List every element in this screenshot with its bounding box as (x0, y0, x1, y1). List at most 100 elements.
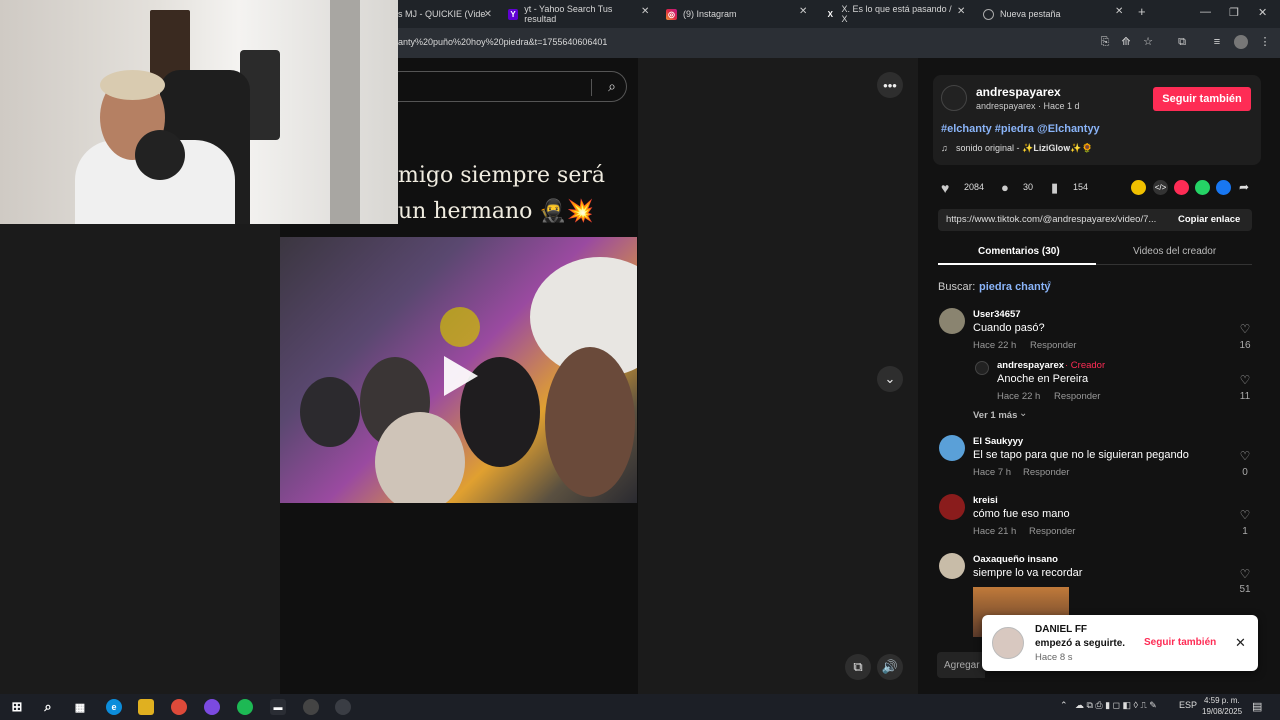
post-hashtags[interactable]: #elchanty #piedra @Elchantyy (941, 123, 1100, 135)
close-icon[interactable]: ✕ (1235, 635, 1246, 651)
app-icon[interactable]: ▬ (270, 699, 286, 715)
search-term-link[interactable]: piedra chanty (979, 281, 1051, 293)
commenter-avatar[interactable] (939, 494, 965, 520)
heart-icon[interactable]: ♡ (1237, 322, 1253, 336)
commenter-avatar[interactable] (939, 308, 965, 334)
windows-start-icon[interactable]: ⊞ (9, 699, 25, 715)
restore-icon[interactable]: ❐ (1229, 6, 1239, 19)
install-icon[interactable]: ⎘ (1098, 35, 1112, 49)
windows-taskbar: ⊞ ⌕ ▦ e ▬ ⌃ ☁ ⧉ ⎙ ▮ ◻ ◧ ◊ ⎍ ✎ ESP 4:59 p… (0, 694, 1280, 720)
comment-user[interactable]: kreisi (973, 495, 998, 506)
comment-text: siempre lo va recordar (973, 567, 1083, 579)
volume-icon[interactable]: 🔊 (877, 654, 903, 680)
search-icon[interactable]: ⌕ (40, 699, 56, 715)
close-icon[interactable]: ✕ (484, 9, 492, 20)
share-icon[interactable]: ➦ (1239, 180, 1249, 194)
headphones (135, 130, 185, 180)
comment-user[interactable]: andrespayarex (997, 360, 1064, 371)
profile-avatar[interactable] (1234, 35, 1248, 49)
heart-icon[interactable]: ♡ (1237, 449, 1253, 463)
close-icon[interactable]: ✕ (641, 6, 649, 17)
new-tab-button[interactable]: + (1138, 4, 1146, 19)
spotify-icon[interactable] (237, 699, 253, 715)
translate-icon[interactable]: ⟰ (1119, 35, 1133, 49)
copy-link-button[interactable]: Copiar enlace (1178, 214, 1240, 225)
whatsapp-icon[interactable] (1195, 180, 1210, 195)
reply-link[interactable]: Responder (1023, 467, 1069, 478)
clock-time[interactable]: 4:59 p. m. (1204, 696, 1240, 705)
reply-link[interactable]: Responder (1054, 391, 1100, 402)
follow-back-button[interactable]: Seguir también (1144, 637, 1216, 648)
discord-icon[interactable] (204, 699, 220, 715)
window-close-icon[interactable]: ✕ (1258, 6, 1267, 19)
next-video-icon[interactable]: ⌄ (877, 366, 903, 392)
follow-button[interactable]: Seguir también (1153, 87, 1251, 111)
coin-icon[interactable] (1131, 180, 1146, 195)
comment-user[interactable]: El Saukyyy (973, 436, 1023, 447)
task-view-icon[interactable]: ▦ (72, 699, 88, 715)
reply-link[interactable]: Responder (1030, 340, 1076, 351)
reply-link[interactable]: Responder (1029, 526, 1075, 537)
media-icon[interactable]: ≡ (1210, 35, 1224, 49)
notification-icon[interactable]: ▤ (1252, 700, 1262, 713)
embed-icon[interactable]: </> (1153, 180, 1168, 195)
commenter-avatar[interactable] (975, 361, 989, 375)
edge-icon[interactable]: e (106, 699, 122, 715)
sound-name[interactable]: sonido original - ✨𝐋𝐢𝐳𝐢𝐆𝐥𝐨𝐰✨🌻 (956, 143, 1093, 154)
obs-icon[interactable] (303, 699, 319, 715)
close-icon[interactable]: ✕ (799, 6, 807, 17)
save-count: 154 (1073, 182, 1089, 192)
close-icon[interactable]: ✕ (957, 6, 965, 17)
more-options-icon[interactable]: ••• (877, 72, 903, 98)
chevron-down-icon[interactable]: ⌄ (1019, 408, 1027, 419)
search-icon[interactable]: ⌕ (608, 78, 616, 95)
author-handle[interactable]: andrespayarex (976, 85, 1061, 99)
instagram-icon: ◎ (666, 8, 677, 20)
send-icon[interactable] (1174, 180, 1189, 195)
close-icon[interactable]: ✕ (1115, 6, 1123, 17)
heart-icon[interactable]: ♡ (1237, 567, 1253, 581)
language-indicator[interactable]: ESP (1179, 700, 1197, 710)
comment-input[interactable]: Agregar (937, 652, 985, 678)
extensions-icon[interactable]: ⧉ (1175, 35, 1189, 49)
commenter-avatar[interactable] (939, 435, 965, 461)
url-text[interactable]: anty%20puño%20hoy%20piedra&t=17556406064… (398, 37, 607, 47)
like-count: 2084 (964, 182, 985, 192)
save-icon[interactable]: ▮ (1051, 180, 1058, 196)
comment-user[interactable]: Oaxaqueño insano (973, 554, 1058, 565)
clock-date[interactable]: 19/08/2025 (1202, 707, 1242, 716)
comment-like-count: 0 (1242, 467, 1248, 478)
like-icon[interactable]: ♥ (941, 180, 949, 196)
tab-instagram[interactable]: ◎ (9) Instagram (666, 4, 796, 24)
tab-quickie[interactable]: s MJ - QUICKIE (Vide ✕ (398, 4, 492, 24)
video-link[interactable]: https://www.tiktok.com/@andrespayarex/vi… (946, 214, 1156, 225)
comment-placeholder: Agregar (944, 660, 980, 671)
comment-user[interactable]: User34657 (973, 309, 1021, 320)
heart-icon[interactable]: ♡ (1237, 508, 1253, 522)
tab-yahoo[interactable]: Y yt - Yahoo Search Tus resultad (508, 4, 638, 24)
chrome-icon[interactable] (171, 699, 187, 715)
bookmark-star-icon[interactable]: ☆ (1141, 35, 1155, 49)
search-input[interactable]: ⌕ (398, 71, 627, 102)
comment-icon[interactable]: ● (1001, 180, 1009, 195)
heart-icon[interactable]: ♡ (1237, 373, 1253, 387)
minimize-icon[interactable]: — (1200, 6, 1211, 18)
tray-icons[interactable]: ☁ ⧉ ⎙ ▮ ◻ ◧ ◊ ⎍ ✎ (1075, 700, 1157, 711)
view-more-replies[interactable]: Ver 1 más (973, 410, 1017, 421)
tab-x[interactable]: X X. Es lo que está pasando / X (825, 4, 955, 24)
tab-comments[interactable]: Comentarios (30) (978, 246, 1060, 257)
author-avatar[interactable] (941, 85, 967, 111)
follow-notification: DANIEL FF empezó a seguirte. Hace 8 s Se… (982, 615, 1258, 671)
tab-creator-videos[interactable]: Videos del creador (1133, 246, 1216, 257)
play-icon[interactable] (444, 356, 478, 396)
facebook-icon[interactable] (1216, 180, 1231, 195)
chevron-up-icon[interactable]: ⌃ (1060, 700, 1068, 711)
commenter-avatar[interactable] (939, 553, 965, 579)
file-explorer-icon[interactable] (138, 699, 154, 715)
tab-new[interactable]: Nueva pestaña (983, 4, 1113, 24)
notifier-avatar[interactable] (992, 627, 1024, 659)
pip-icon[interactable]: ⧉ (845, 654, 871, 680)
notifier-name[interactable]: DANIEL FF (1035, 624, 1087, 635)
menu-icon[interactable]: ⋮ (1258, 35, 1272, 49)
chrome-profile-icon[interactable] (335, 699, 351, 715)
